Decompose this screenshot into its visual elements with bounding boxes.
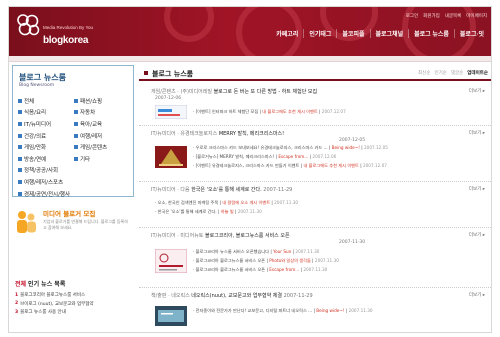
more-link[interactable]: 더보기 ▸ [469, 292, 485, 298]
blogkorea-logo-icon[interactable] [15, 12, 41, 38]
left-sidebar: 블로그 뉴스룸 Blog Newsroom 전체 패션/쇼핑 식음/요리 자동차… [9, 65, 135, 332]
brand-tagline: Media Revolution By You [43, 25, 94, 30]
category-item[interactable]: 여행/레저/스포츠 [18, 177, 130, 187]
article-headline[interactable]: 블로그로 돈 버는 또 다른 방법 - 하트 체험단 모집 [214, 89, 318, 95]
sort-options: 최신순 인기순 댓글순 업데이트순 [418, 70, 488, 76]
article-source: IT/뉴미디어 · 다음 한국은 '오소'를 통해 세계로 간다. 2007-1… [151, 187, 293, 193]
related-post[interactable]: · 우로로 크리스마스 카드 보내보세요! 유경테크놀로지스, 크리스마스 카드… [193, 145, 388, 151]
related-post[interactable]: · 오소, 한국인 검색엔진 마케팅 주목 | 내 칼럼에 오소 게시 이벤트 … [155, 200, 298, 206]
article-date: 2007-11-30 [339, 240, 366, 245]
news-article: IT/뉴미디어 · 미디어뉴토 블로그코리아, 블로그뉴스룸 서비스 오픈 20… [139, 232, 491, 288]
nav-blog-it[interactable]: 블로그·잇 [453, 29, 489, 38]
category-item[interactable]: 정책/공공/사회 [18, 166, 130, 176]
related-post[interactable]: · 블로그코리아 블로그뉴스룸 서비스 오픈 | Escape from... … [193, 267, 327, 273]
site-header: Media Revolution By You blogkorea 로그인 회원… [9, 7, 491, 56]
blogger-recruit-banner[interactable]: 미디어 블로거 모집 기업과 블로거를 연결해 드립니다. 블로그를 등록하고 … [13, 205, 133, 243]
related-post[interactable]: · 블로그코리아 뉴스룸 서비스 오픈했습니다 | Your Sun | 200… [193, 249, 319, 255]
nav-newsroom[interactable]: 블로그 뉴스룸 [408, 29, 454, 38]
nav-people[interactable]: 블코피플 [336, 29, 369, 38]
article-headline[interactable]: 블로그코리아, 블로그뉴스룸 서비스 오픈 [205, 233, 290, 239]
sort-comments[interactable]: 댓글순 [451, 70, 463, 76]
article-source: IT/뉴미디어 · 미디어뉴토 블로그코리아, 블로그뉴스룸 서비스 오픈 [151, 233, 290, 239]
more-link[interactable]: 더보기 ▸ [469, 232, 485, 238]
category-item[interactable]: 식음/요리 [18, 108, 74, 118]
news-article: IT/뉴미디어 · 유경테크놀로지스 MERRY 발칙, 메리크리스마스! 20… [139, 130, 491, 182]
category-item[interactable]: 육아/교육 [74, 119, 130, 129]
news-article: 게임/콘텐츠 · (주)미디어레빌 블로그로 돈 버는 또 다른 방법 - 하트… [139, 88, 491, 126]
category-item[interactable]: IT/뉴미디어 [18, 119, 74, 129]
article-headline[interactable]: MERRY 발칙, 메리크리스마스! [219, 131, 284, 137]
sidebar-subtitle: Blog Newsroom [19, 83, 55, 88]
more-link[interactable]: 더보기 ▸ [469, 130, 485, 136]
article-source: 책/출판 · 네오릭스 네오릭스(nuut), 교보문고와 업무협약 체결 20… [151, 293, 313, 299]
article-date: 2007-12-06 [155, 96, 182, 101]
article-thumbnail[interactable] [155, 146, 187, 168]
popular-news-item[interactable]: 1 블로그코리아 블로그뉴스룸 서비스 [15, 291, 133, 300]
brand-name[interactable]: blogkorea [43, 35, 88, 46]
popular-news-item[interactable]: 2 브이로그 (nuut), 교보문고와 업무협약 [15, 300, 133, 309]
category-grid: 전체 패션/쇼핑 식음/요리 자동차 IT/뉴미디어 육아/교육 건강/의료 여… [18, 96, 130, 198]
category-item[interactable]: 여행/레저 [74, 131, 130, 141]
related-post[interactable]: · [블로거뉴스] MERRY 발칙, 메리크리스마스! | Escape fr… [193, 154, 336, 160]
nav-popular-tags[interactable]: 인기태그 [303, 29, 336, 38]
nav-blog-channel[interactable]: 블로그채널 [369, 29, 409, 38]
related-post[interactable]: · 한국은 '오소'를 통해 세계로 간다. | 하늘 빛 | 2007.11.… [155, 209, 262, 215]
browser-page: Media Revolution By You blogkorea 로그인 회원… [8, 6, 492, 333]
sort-latest[interactable]: 최신순 [418, 70, 430, 76]
signup-link[interactable]: 회원가입 [423, 13, 440, 19]
recruit-description: 기업과 블로거를 연결해 드립니다. 블로그를 등록하고 참여해 보세요. [43, 219, 128, 230]
category-item[interactable]: 게임/콘텐츠 [74, 142, 130, 152]
popular-news-list: 전체 인기 뉴스 목록 1 블로그코리아 블로그뉴스룸 서비스 2 브이로그 (nu… [15, 279, 133, 317]
category-item[interactable]: 기타 [74, 154, 130, 164]
more-link[interactable]: 더보기 ▸ [469, 186, 485, 192]
my-posts-link[interactable]: 내글목록 [445, 13, 462, 19]
sort-popular[interactable]: 인기순 [434, 70, 446, 76]
people-icon [17, 211, 36, 233]
category-item[interactable]: 자동차 [74, 108, 130, 118]
article-headline[interactable]: 네오릭스(nuut), 교보문고와 업무협약 체결 [191, 293, 282, 299]
related-post[interactable]: · 전자종이와 전문가가 만난다! 교보문고, 디지털 파트너 네오릭스 ...… [193, 308, 373, 314]
page-title: 블로그 뉴스룸 [152, 70, 194, 78]
newsroom-category-box: 블로그 뉴스룸 Blog Newsroom 전체 패션/쇼핑 식음/요리 자동차… [12, 65, 134, 198]
related-post[interactable]: · [이벤트] 인터파크 하트 체험단 모집 | 내 블로그에도 추천 게시 이… [193, 109, 346, 115]
popular-news-title: 전체 인기 뉴스 목록 [15, 281, 66, 288]
category-item[interactable]: 방송/연예 [18, 154, 74, 164]
category-item[interactable]: 패션/쇼핑 [74, 96, 130, 106]
article-thumbnail[interactable] [155, 306, 187, 326]
newsroom-header: 블로그 뉴스룸 최신순 인기순 댓글순 업데이트순 [139, 65, 491, 81]
related-post[interactable]: · [이벤트] 유경테크놀로지스, 크리스마스 카드 만들기 이벤트 | 내 블… [193, 163, 387, 169]
news-article: IT/뉴미디어 · 다음 한국은 '오소'를 통해 세계로 간다. 2007-1… [139, 186, 491, 228]
utility-links: 로그인 회원가입 내글목록 마이페이지 [406, 13, 487, 19]
more-link[interactable]: 더보기 ▸ [469, 88, 485, 94]
article-thumbnail[interactable] [155, 105, 187, 119]
category-item[interactable]: 게임/만화 [18, 142, 74, 152]
popular-news-item[interactable]: 3 블로그 뉴스룸 사용 안내 [15, 308, 133, 317]
article-source: IT/뉴미디어 · 유경테크놀로지스 MERRY 발칙, 메리크리스마스! [151, 131, 285, 137]
category-item[interactable]: 경제/공연/전시/행사 [18, 189, 130, 199]
sort-updated[interactable]: 업데이트순 [467, 70, 488, 76]
news-article: 책/출판 · 네오릭스 네오릭스(nuut), 교보문고와 업무협약 체결 20… [139, 292, 491, 332]
title-bullet-icon [144, 71, 148, 75]
login-link[interactable]: 로그인 [406, 13, 418, 19]
category-item[interactable]: 건강/의료 [18, 131, 74, 141]
nav-category[interactable]: 카페고리 [271, 29, 303, 38]
article-headline[interactable]: 한국은 '오소'를 통해 세계로 간다. [191, 187, 262, 193]
recruit-title: 미디어 블로거 모집 [43, 210, 96, 218]
category-item[interactable]: 전체 [18, 96, 74, 106]
article-date: 2007-12-05 [339, 138, 366, 143]
main-nav: 카페고리 인기태그 블코피플 블로그채널 블로그 뉴스룸 블로그·잇 [271, 29, 489, 38]
sidebar-title: 블로그 뉴스룸 [19, 73, 66, 82]
article-thumbnail[interactable] [155, 249, 187, 273]
article-source: 게임/콘텐츠 · (주)미디어레빌 블로그로 돈 버는 또 다른 방법 - 하트… [151, 89, 318, 95]
related-post[interactable]: · 블로그코리아 블로그뉴스룸 서비스 오픈 | Photo와 일상의 생각들 … [193, 258, 339, 264]
main-content: 블로그 뉴스룸 최신순 인기순 댓글순 업데이트순 게임/콘텐츠 · (주)미디… [139, 62, 491, 332]
mypage-link[interactable]: 마이페이지 [466, 13, 487, 19]
